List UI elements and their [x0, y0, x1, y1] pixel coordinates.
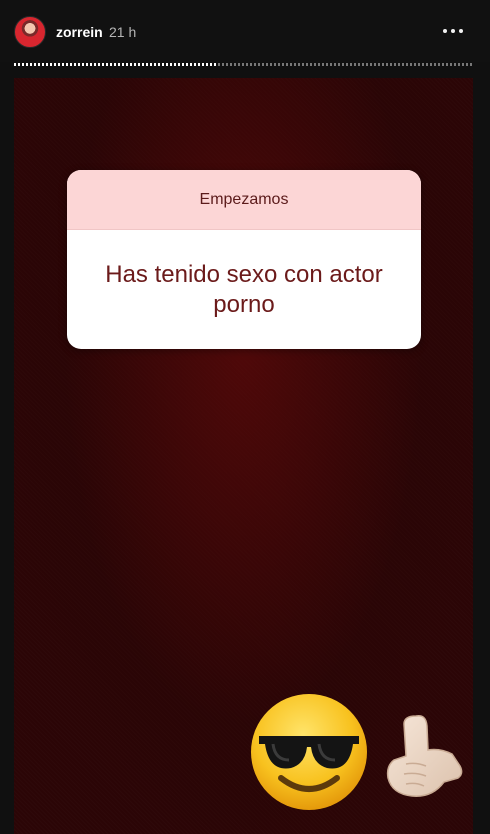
call-me-hand-icon	[386, 714, 463, 797]
question-text: Has tenido sexo con actor porno	[105, 260, 383, 318]
dot-icon	[451, 29, 455, 33]
username[interactable]: zorrein	[56, 24, 103, 40]
post-time: 21 h	[109, 24, 137, 40]
dot-icon	[443, 29, 447, 33]
story-progress-fill	[14, 63, 216, 66]
story-header: zorrein 21 h	[0, 0, 490, 62]
sunglasses-smiley-icon	[251, 694, 367, 810]
dot-icon	[459, 29, 463, 33]
story-canvas[interactable]: Empezamos Has tenido sexo con actor porn…	[14, 78, 473, 834]
question-title: Empezamos	[67, 170, 421, 230]
more-options-button[interactable]	[438, 22, 468, 40]
story-progress-bar	[14, 63, 473, 66]
question-sticker[interactable]: Empezamos Has tenido sexo con actor porn…	[67, 170, 421, 349]
user-avatar[interactable]	[14, 16, 46, 48]
